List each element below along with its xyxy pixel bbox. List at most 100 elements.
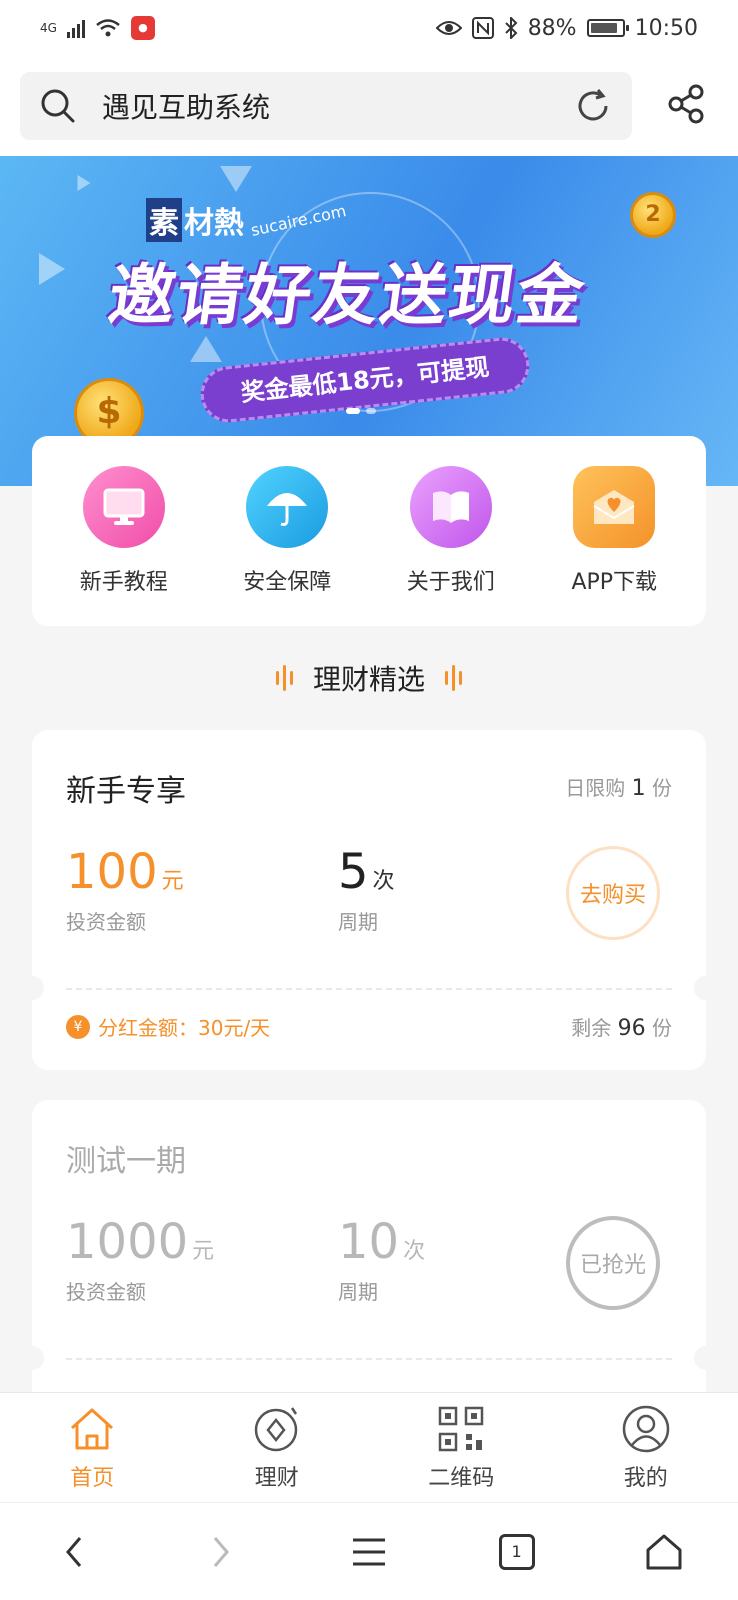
- battery-level: [590, 23, 617, 33]
- remaining-unit: 份: [652, 1016, 672, 1040]
- amount-unit: 元: [161, 869, 184, 894]
- purchase-limit: 日限购 1 份: [565, 772, 672, 801]
- product-name: 新手专享: [66, 774, 186, 809]
- finance-icon: [254, 1406, 297, 1451]
- carousel-dots[interactable]: [346, 408, 376, 414]
- banner-title: 邀请好友送现金: [103, 257, 591, 334]
- tab-count: 1: [498, 1533, 535, 1570]
- remaining-count: 96: [617, 1016, 646, 1041]
- share-icon[interactable]: [666, 84, 706, 124]
- back-button[interactable]: [44, 1522, 104, 1582]
- remaining-stock: 剩余 96 份: [571, 1012, 672, 1041]
- quick-entry-label: 新手教程: [79, 570, 168, 595]
- tab-home[interactable]: 首页: [17, 1404, 167, 1492]
- section-title: 理财精选: [0, 658, 738, 698]
- watermark-domain: sucaire.com: [249, 200, 348, 240]
- product-card[interactable]: 测试一期 1000 元 投资金额 10 次 周期 已抢光: [20, 1100, 718, 1400]
- umbrella-icon: [246, 466, 329, 548]
- quick-entry-about[interactable]: 关于我们: [371, 466, 531, 596]
- product-name: 测试一期: [66, 1144, 186, 1179]
- triangle-decoration: [220, 166, 252, 192]
- clock: 10:50: [634, 15, 698, 41]
- period-value: 10: [338, 1214, 400, 1270]
- purchase-limit-unit: 份: [652, 776, 672, 800]
- sound-wave-icon: [275, 665, 293, 691]
- amount-label: 投资金额: [66, 910, 146, 934]
- browser-toolbar: 1: [0, 1502, 738, 1600]
- card-divider: [66, 1358, 672, 1360]
- battery-icon: [586, 19, 629, 37]
- qr-code-icon: [439, 1406, 484, 1451]
- header: 遇见互助系统: [0, 56, 738, 156]
- purchase-limit-count: 1: [631, 776, 646, 801]
- remaining-label: 剩余: [571, 1016, 612, 1040]
- eye-icon: [435, 21, 462, 35]
- watermark-text: 材熱: [184, 206, 244, 241]
- dividend-text: 分红金额：30元/天: [98, 1016, 271, 1040]
- signal-icon: [66, 18, 85, 38]
- search-query[interactable]: 遇见互助系统: [102, 86, 574, 126]
- card-divider: [66, 988, 672, 990]
- investment-period: 5次 周期: [338, 846, 395, 935]
- quick-entry-card: 新手教程 安全保障 关于我们 APP下载: [32, 436, 706, 626]
- purchase-limit-label: 日限购: [565, 776, 626, 800]
- envelope-heart-icon: [573, 466, 656, 548]
- status-bar: 4G ● 88% 10:50: [0, 0, 738, 56]
- user-icon: [622, 1405, 669, 1452]
- dividend-info: ¥ 分红金额：30元/天: [66, 1012, 270, 1041]
- sold-out-button[interactable]: 已抢光: [566, 1216, 660, 1310]
- tab-label: 我的: [623, 1465, 668, 1491]
- card-notch: [20, 976, 44, 1000]
- carousel-dot[interactable]: [366, 408, 376, 414]
- search-bar[interactable]: 遇见互助系统: [20, 72, 632, 140]
- product-card[interactable]: 新手专享 日限购 1 份 100 元 投资金额 5次 周期 去购买 ¥ 分红金额：…: [20, 730, 718, 1070]
- menu-button[interactable]: [339, 1522, 399, 1582]
- tabs-button[interactable]: 1: [487, 1522, 547, 1582]
- watermark-box: 素: [146, 198, 182, 242]
- amount-label: 投资金额: [66, 1280, 146, 1304]
- card-footer: ¥ 分红金额：30元/天 剩余 96 份: [66, 1012, 672, 1041]
- carousel-dot[interactable]: [346, 408, 360, 414]
- tab-finance[interactable]: 理财: [202, 1404, 352, 1492]
- forward-button[interactable]: [191, 1522, 251, 1582]
- triangle-decoration: [190, 336, 222, 362]
- house-icon: [646, 1534, 682, 1569]
- amount-unit: 元: [192, 1239, 215, 1264]
- quick-entry-label: 安全保障: [243, 570, 332, 595]
- triangle-decoration: [39, 253, 65, 285]
- tab-label: 二维码: [428, 1465, 495, 1491]
- period-unit: 次: [403, 1239, 426, 1264]
- buy-button[interactable]: 去购买: [566, 846, 660, 940]
- home-button[interactable]: [634, 1522, 694, 1582]
- wifi-icon: [96, 19, 120, 37]
- tab-label: 理财: [254, 1465, 299, 1491]
- quick-entry-label: 关于我们: [406, 570, 495, 595]
- quick-entry-tutorial[interactable]: 新手教程: [44, 466, 204, 596]
- quick-entry-app-download[interactable]: APP下载: [534, 466, 694, 596]
- tab-label: 首页: [70, 1465, 115, 1491]
- card-notch: [694, 1346, 718, 1370]
- search-icon: [41, 89, 75, 123]
- tab-profile[interactable]: 我的: [571, 1404, 721, 1492]
- period-label: 周期: [338, 910, 378, 934]
- amount-value: 1000: [66, 1214, 189, 1270]
- chevron-left-icon: [65, 1536, 81, 1567]
- sound-wave-icon: [445, 665, 462, 691]
- period-unit: 次: [372, 869, 395, 894]
- status-right: 88% 10:50: [435, 15, 698, 41]
- investment-period: 10 次 周期: [338, 1216, 425, 1305]
- period-label: 周期: [338, 1280, 378, 1304]
- network-type: 4G: [40, 21, 57, 35]
- refresh-icon[interactable]: [574, 87, 612, 125]
- coin-icon: 2: [630, 192, 676, 238]
- battery-percent: 88%: [527, 15, 577, 41]
- quick-entry-security[interactable]: 安全保障: [207, 466, 367, 596]
- bottom-tab-bar: 首页 理财 二维码 我的: [0, 1392, 738, 1502]
- app-notification-icon: ●: [130, 16, 155, 40]
- period-value: 5: [338, 844, 369, 900]
- monitor-icon: [82, 466, 165, 548]
- home-icon: [71, 1408, 114, 1449]
- tab-qr-code[interactable]: 二维码: [386, 1404, 536, 1492]
- amount-value: 100: [66, 844, 158, 900]
- hamburger-icon: [352, 1538, 385, 1565]
